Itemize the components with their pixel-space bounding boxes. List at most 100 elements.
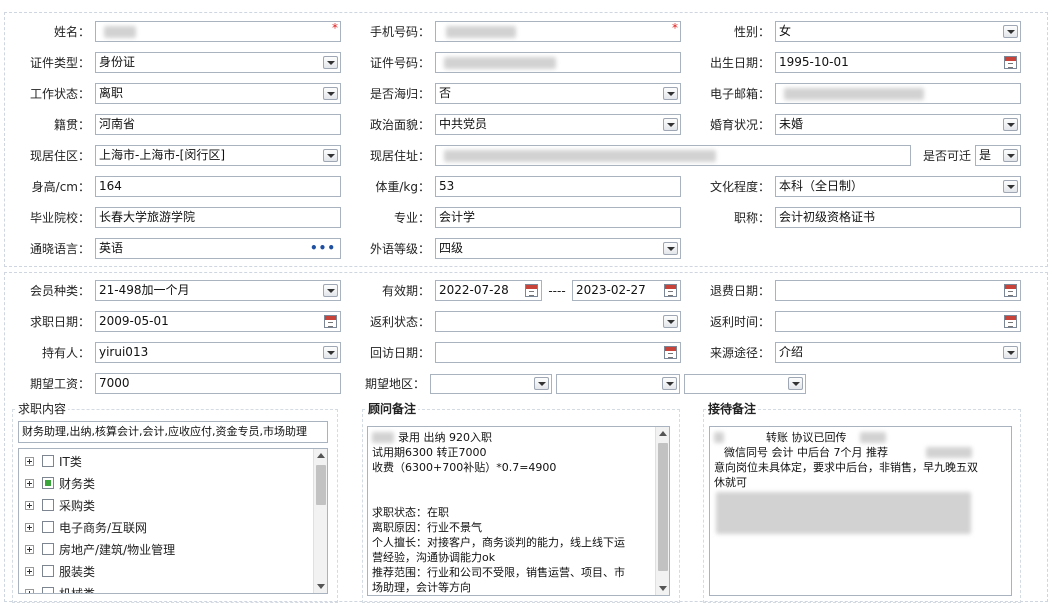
validity-end-field[interactable]: 2023-02-27 bbox=[572, 280, 681, 301]
expand-plus-icon[interactable] bbox=[25, 588, 34, 593]
calendar-icon[interactable] bbox=[324, 315, 337, 328]
scroll-thumb[interactable] bbox=[658, 443, 668, 571]
chevron-down-icon[interactable] bbox=[323, 56, 338, 69]
expand-plus-icon[interactable] bbox=[25, 544, 34, 554]
refund-date-field[interactable] bbox=[775, 280, 1021, 301]
tree-checkbox[interactable] bbox=[42, 587, 54, 593]
work-status-select[interactable]: 离职 bbox=[95, 83, 341, 104]
major-field[interactable]: 会计学 bbox=[435, 207, 681, 228]
lang-level-select[interactable]: 四级 bbox=[435, 238, 681, 259]
tree-checkbox[interactable] bbox=[42, 499, 54, 511]
chevron-down-icon[interactable] bbox=[1003, 346, 1018, 359]
source-select[interactable]: 介绍 bbox=[775, 342, 1021, 363]
chevron-down-icon[interactable] bbox=[788, 377, 803, 390]
native-field[interactable]: 河南省 bbox=[95, 114, 341, 135]
gender-select[interactable]: 女 bbox=[775, 21, 1021, 42]
tree-item-label: 电子商务/互联网 bbox=[59, 520, 148, 535]
advisor-notes-textarea[interactable]: 录用 出纳 920入职 试用期6300 转正7000 收费（6300+700补贴）*… bbox=[367, 426, 670, 596]
birth-date-field[interactable]: 1995-10-01 bbox=[775, 52, 1021, 73]
chevron-down-icon[interactable] bbox=[1003, 180, 1018, 193]
calendar-icon[interactable] bbox=[664, 346, 677, 359]
tree-item[interactable]: 机械类 bbox=[25, 583, 95, 593]
holder-select[interactable]: yirui013 bbox=[95, 342, 341, 363]
tree-checkbox[interactable] bbox=[42, 455, 54, 467]
relocate-select[interactable]: 是 bbox=[975, 145, 1021, 166]
tree-item-label: 采购类 bbox=[59, 498, 96, 513]
scroll-down-icon[interactable] bbox=[317, 584, 325, 589]
tree-checkbox[interactable] bbox=[42, 521, 54, 533]
chevron-down-icon[interactable] bbox=[663, 87, 678, 100]
scroll-up-icon[interactable] bbox=[317, 453, 325, 458]
expand-plus-icon[interactable] bbox=[25, 566, 34, 576]
calendar-icon[interactable] bbox=[525, 284, 538, 297]
calendar-icon[interactable] bbox=[1004, 315, 1017, 328]
chevron-down-icon[interactable] bbox=[663, 118, 678, 131]
id-type-select[interactable]: 身份证 bbox=[95, 52, 341, 73]
id-number-field[interactable] bbox=[435, 52, 681, 73]
email-field[interactable] bbox=[775, 83, 1021, 104]
validity-start-field[interactable]: 2022-07-28 bbox=[435, 280, 542, 301]
tree-item[interactable]: 房地产/建筑/物业管理 bbox=[25, 539, 175, 559]
title-field[interactable]: 会计初级资格证书 bbox=[775, 207, 1021, 228]
tree-item[interactable]: IT类 bbox=[25, 451, 82, 471]
chevron-down-icon[interactable] bbox=[1003, 118, 1018, 131]
name-field[interactable]: * bbox=[95, 21, 341, 42]
chevron-down-icon[interactable] bbox=[323, 87, 338, 100]
expand-plus-icon[interactable] bbox=[25, 456, 34, 466]
calendar-icon[interactable] bbox=[664, 284, 677, 297]
chevron-down-icon[interactable] bbox=[534, 377, 549, 390]
residence-area-select[interactable]: 上海市-上海市-[闵行区] bbox=[95, 145, 341, 166]
revisit-date-field[interactable] bbox=[435, 342, 681, 363]
tree-item[interactable]: 采购类 bbox=[25, 495, 95, 515]
calendar-icon[interactable] bbox=[1004, 284, 1017, 297]
scroll-thumb[interactable] bbox=[316, 465, 326, 505]
scroll-up-icon[interactable] bbox=[659, 431, 667, 436]
education-select[interactable]: 本科（全日制） bbox=[775, 176, 1021, 197]
political-select[interactable]: 中共党员 bbox=[435, 114, 681, 135]
advisor-notes-scrollbar[interactable] bbox=[655, 427, 669, 595]
rebate-time-label: 返利时间： bbox=[709, 315, 770, 329]
note-line: 营经验，沟通协调能力ok bbox=[372, 551, 496, 564]
tree-checkbox[interactable] bbox=[42, 543, 54, 555]
tree-item[interactable]: 服装类 bbox=[25, 561, 95, 581]
job-date-field[interactable]: 2009-05-01 bbox=[95, 311, 341, 332]
marital-select[interactable]: 未婚 bbox=[775, 114, 1021, 135]
chevron-down-icon[interactable] bbox=[663, 315, 678, 328]
more-options-icon[interactable]: ••• bbox=[310, 242, 336, 254]
language-field[interactable]: 英语 ••• bbox=[95, 238, 341, 259]
residence-addr-field[interactable] bbox=[435, 145, 911, 166]
tree-checkbox[interactable] bbox=[42, 477, 54, 489]
rebate-time-field[interactable] bbox=[775, 311, 1021, 332]
height-field[interactable]: 164 bbox=[95, 176, 341, 197]
expand-plus-icon[interactable] bbox=[25, 522, 34, 532]
chevron-down-icon[interactable] bbox=[323, 284, 338, 297]
chevron-down-icon[interactable] bbox=[1003, 149, 1018, 162]
chevron-down-icon[interactable] bbox=[662, 377, 677, 390]
region-province-select[interactable] bbox=[430, 374, 552, 394]
job-content-selected-field[interactable]: 财务助理,出纳,核算会计,会计,应收应付,资金专员,市场助理 bbox=[18, 421, 328, 443]
expand-plus-icon[interactable] bbox=[25, 500, 34, 510]
tree-item[interactable]: 电子商务/互联网 bbox=[25, 517, 147, 537]
phone-field[interactable]: * bbox=[435, 21, 681, 42]
salary-field[interactable]: 7000 bbox=[95, 373, 341, 394]
rebate-status-select[interactable] bbox=[435, 311, 681, 332]
school-field[interactable]: 长春大学旅游学院 bbox=[95, 207, 341, 228]
calendar-icon[interactable] bbox=[1004, 56, 1017, 69]
overseas-select[interactable]: 否 bbox=[435, 83, 681, 104]
chevron-down-icon[interactable] bbox=[1003, 25, 1018, 38]
tree-scrollbar[interactable] bbox=[313, 449, 327, 593]
reception-notes-textarea[interactable]: 转账 协议已回传 微信同号 会计 中后台 7个月 推荐 意向岗位未具体定，要求中后台… bbox=[709, 426, 1012, 596]
region-city-select[interactable] bbox=[556, 374, 680, 394]
tree-checkbox[interactable] bbox=[42, 565, 54, 577]
expand-plus-icon[interactable] bbox=[25, 478, 34, 488]
job-category-tree[interactable]: IT类 财务类采购类电子商务/互联网房地产/建筑/物业管理 服装类机械类 bbox=[18, 448, 328, 594]
member-type-select[interactable]: 21-498加一个月 bbox=[95, 280, 341, 301]
tree-item[interactable]: 财务类 bbox=[25, 473, 95, 493]
chevron-down-icon[interactable] bbox=[323, 149, 338, 162]
weight-field[interactable]: 53 bbox=[435, 176, 681, 197]
chevron-down-icon[interactable] bbox=[663, 242, 678, 255]
region-district-select[interactable] bbox=[684, 374, 806, 394]
scroll-down-icon[interactable] bbox=[659, 586, 667, 591]
job-content-title: 求职内容 bbox=[16, 402, 69, 416]
chevron-down-icon[interactable] bbox=[323, 346, 338, 359]
